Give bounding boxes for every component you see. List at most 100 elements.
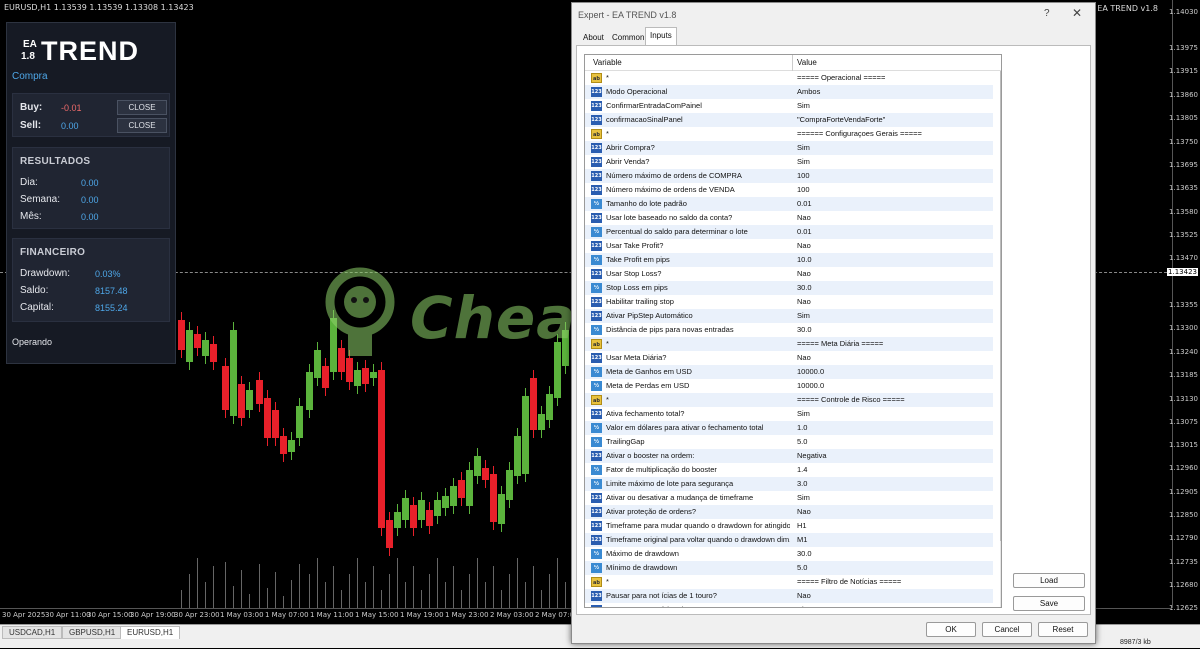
close-sell-button[interactable]: CLOSE <box>117 118 167 133</box>
input-value[interactable]: 0.01 <box>797 227 812 236</box>
input-row[interactable]: 123 Ativar proteção de ordens? Nao <box>585 505 993 519</box>
input-value[interactable]: ===== Meta Diária ===== <box>797 339 883 348</box>
input-row[interactable]: 123 confirmacaoSinalPanel "CompraForteVend… <box>585 113 993 127</box>
input-row[interactable]: ½ TrailingGap 5.0 <box>585 435 993 449</box>
close-icon[interactable]: ✕ <box>1072 6 1082 20</box>
input-value[interactable]: Negativa <box>797 451 827 460</box>
input-row[interactable]: 123 Número máximo de ordens de COMPRA 100 <box>585 169 993 183</box>
input-row[interactable]: 123 Abrir Compra? Sim <box>585 141 993 155</box>
input-value[interactable]: Sim <box>797 157 810 166</box>
input-value[interactable]: M1 <box>797 535 807 544</box>
input-row[interactable]: ½ Tamanho do lote padrão 0.01 <box>585 197 993 211</box>
input-row[interactable]: 123 Timeframe para mudar quando o drawdow… <box>585 519 993 533</box>
input-row[interactable]: ½ Máximo de drawdown 30.0 <box>585 547 993 561</box>
input-value[interactable]: 10.0 <box>797 255 812 264</box>
tab-about[interactable]: About <box>578 29 609 45</box>
input-value[interactable]: Sim <box>797 143 810 152</box>
input-row[interactable]: 123 Usar lote baseado no saldo da conta? N… <box>585 211 993 225</box>
input-value[interactable]: 100 <box>797 171 810 180</box>
input-row[interactable]: 123 Pausar para not ícias de 1 touro? Nao <box>585 589 993 603</box>
input-value[interactable]: 100 <box>797 185 810 194</box>
input-value[interactable]: Nao <box>797 591 811 600</box>
input-value[interactable]: Nao <box>797 269 811 278</box>
input-row[interactable]: ab * ====== Configuraçoes Gerais ===== <box>585 127 993 141</box>
help-icon[interactable]: ? <box>1044 8 1050 19</box>
input-value[interactable]: Nao <box>797 297 811 306</box>
input-row[interactable]: ½ Meta de Perdas em USD 10000.0 <box>585 379 993 393</box>
input-row[interactable]: 123 Usar Stop Loss? Nao <box>585 267 993 281</box>
input-value[interactable]: 5.0 <box>797 563 807 572</box>
load-button[interactable]: Load <box>1013 573 1085 588</box>
input-value[interactable]: Sim <box>797 605 810 607</box>
input-row[interactable]: 123 ConfirmarEntradaComPainel Sim <box>585 99 993 113</box>
tab-inputs[interactable]: Inputs <box>645 27 677 45</box>
inputs-grid[interactable]: Variable Value ab * ===== Operacional ====… <box>584 54 1002 608</box>
symbol-tab-usdcad[interactable]: USDCAD,H1 <box>2 626 63 639</box>
input-value[interactable]: Ambos <box>797 87 820 96</box>
input-value[interactable]: 30.0 <box>797 549 812 558</box>
input-value[interactable]: Nao <box>797 353 811 362</box>
input-row[interactable]: 123 Pausar para not ícias de 2 touros? Sim <box>585 603 993 607</box>
input-row[interactable]: ab * ===== Meta Diária ===== <box>585 337 993 351</box>
reset-button[interactable]: Reset <box>1038 622 1088 637</box>
ok-button[interactable]: OK <box>926 622 976 637</box>
grid-scrollbar[interactable] <box>1000 71 1001 607</box>
input-row[interactable]: ½ Percentual do saldo para determinar o l… <box>585 225 993 239</box>
input-row[interactable]: 123 Modo Operacional Ambos <box>585 85 993 99</box>
input-value[interactable]: 10000.0 <box>797 381 824 390</box>
input-row[interactable]: ½ Distância de pips para novas entradas 30… <box>585 323 993 337</box>
column-header-variable[interactable]: Variable <box>593 58 622 67</box>
tab-common[interactable]: Common <box>607 29 649 45</box>
input-row[interactable]: 123 Usar Meta Diária? Nao <box>585 351 993 365</box>
input-value[interactable]: ===== Filtro de Notícias ===== <box>797 577 901 586</box>
input-value[interactable]: 10000.0 <box>797 367 824 376</box>
symbol-tab-gbpusd[interactable]: GBPUSD,H1 <box>62 626 123 639</box>
input-row[interactable]: 123 Ativar ou desativar a mudança de time… <box>585 491 993 505</box>
input-row[interactable]: ½ Take Profit em pips 10.0 <box>585 253 993 267</box>
symbol-tab-eurusd[interactable]: EURUSD,H1 <box>120 626 181 639</box>
input-value[interactable]: Nao <box>797 241 811 250</box>
input-value[interactable]: ====== Configuraçoes Gerais ===== <box>797 129 922 138</box>
close-buy-button[interactable]: CLOSE <box>117 100 167 115</box>
input-row[interactable]: ½ Meta de Ganhos em USD 10000.0 <box>585 365 993 379</box>
save-button[interactable]: Save <box>1013 596 1085 611</box>
double-type-icon: ½ <box>591 283 602 293</box>
input-row[interactable]: 123 Abrir Venda? Sim <box>585 155 993 169</box>
input-row[interactable]: ab * ===== Filtro de Notícias ===== <box>585 575 993 589</box>
input-value[interactable]: 0.01 <box>797 199 812 208</box>
input-value[interactable]: Sim <box>797 101 810 110</box>
input-row[interactable]: 123 Ativar PipStep Automático Sim <box>585 309 993 323</box>
input-value[interactable]: 30.0 <box>797 325 812 334</box>
input-row[interactable]: ½ Valor em dólares para ativar o fechamen… <box>585 421 993 435</box>
input-value[interactable]: ===== Controle de Risco ===== <box>797 395 905 404</box>
input-value[interactable]: 30.0 <box>797 283 812 292</box>
input-row[interactable]: ab * ===== Controle de Risco ===== <box>585 393 993 407</box>
input-value[interactable]: 1.0 <box>797 423 807 432</box>
input-value[interactable]: Sim <box>797 493 810 502</box>
scrollbar-thumb[interactable] <box>1000 71 1001 541</box>
input-row[interactable]: 123 Timeframe original para voltar quando… <box>585 533 993 547</box>
input-value[interactable]: ===== Operacional ===== <box>797 73 885 82</box>
input-row[interactable]: 123 Ativa fechamento total? Sim <box>585 407 993 421</box>
cancel-button[interactable]: Cancel <box>982 622 1032 637</box>
input-row[interactable]: ½ Mínimo de drawdown 5.0 <box>585 561 993 575</box>
input-value[interactable]: Sim <box>797 311 810 320</box>
time-tick-label: 30 Apr 23:00 <box>174 611 220 619</box>
input-row[interactable]: 123 Usar Take Profit? Nao <box>585 239 993 253</box>
input-row[interactable]: ½ Limite máximo de lote para segurança 3.0 <box>585 477 993 491</box>
column-header-value[interactable]: Value <box>797 58 817 67</box>
input-value[interactable]: 3.0 <box>797 479 807 488</box>
input-value[interactable]: H1 <box>797 521 807 530</box>
input-value[interactable]: 1.4 <box>797 465 807 474</box>
input-value[interactable]: Sim <box>797 409 810 418</box>
input-row[interactable]: 123 Ativar o booster na ordem: Negativa <box>585 449 993 463</box>
input-value[interactable]: Nao <box>797 213 811 222</box>
input-row[interactable]: ½ Fator de multiplicação do booster 1.4 <box>585 463 993 477</box>
input-value[interactable]: "CompraForteVendaForte" <box>797 115 885 124</box>
input-value[interactable]: 5.0 <box>797 437 807 446</box>
input-row[interactable]: 123 Número máximo de ordens de VENDA 100 <box>585 183 993 197</box>
input-row[interactable]: 123 Habilitar trailing stop Nao <box>585 295 993 309</box>
input-value[interactable]: Nao <box>797 507 811 516</box>
input-row[interactable]: ab * ===== Operacional ===== <box>585 71 993 85</box>
input-row[interactable]: ½ Stop Loss em pips 30.0 <box>585 281 993 295</box>
